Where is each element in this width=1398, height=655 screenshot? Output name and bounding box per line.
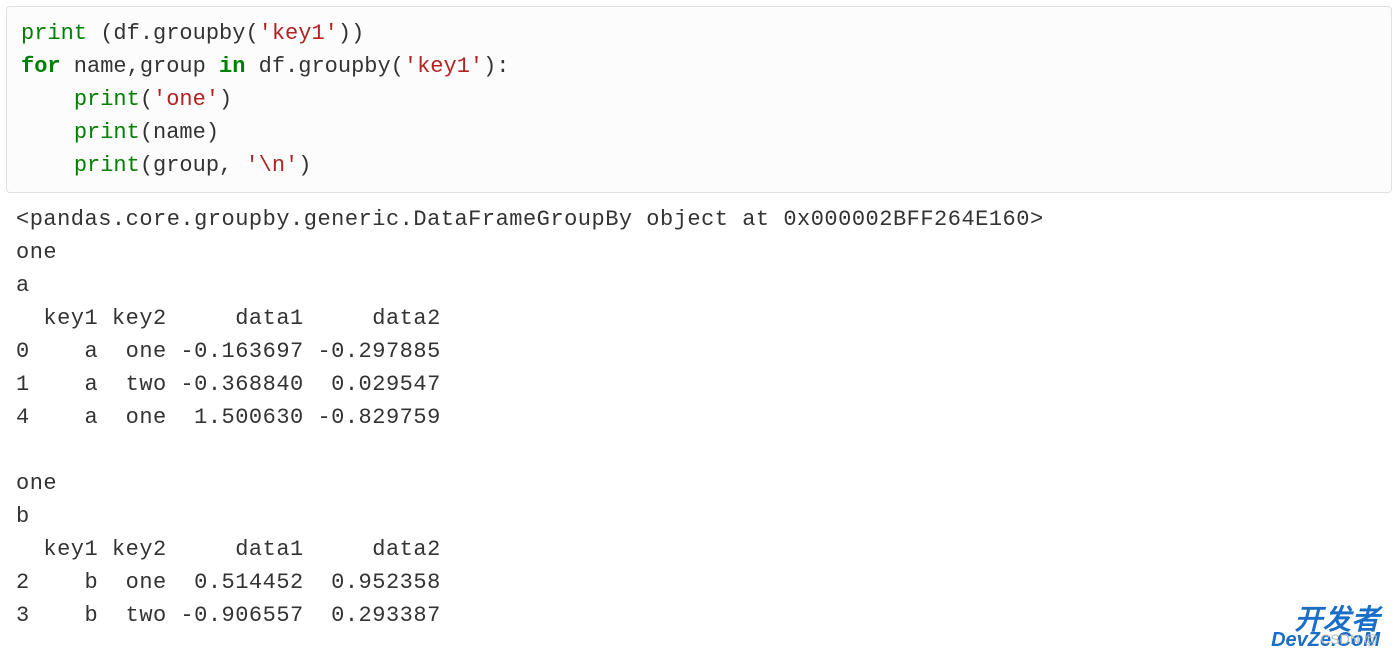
code-text: df.groupby( [245,54,403,79]
output-block: <pandas.core.groupby.generic.DataFrameGr… [0,203,1398,632]
keyword-print: print [21,21,87,46]
keyword-print: print [74,120,140,145]
code-line-3: print('one') [21,83,1377,116]
code-text: (group, [140,153,246,178]
code-line-5: print(group, '\n') [21,149,1377,182]
code-line-1: print (df.groupby('key1')) [21,17,1377,50]
keyword-print: print [74,153,140,178]
keyword-for: for [21,54,61,79]
string-literal: 'key1' [404,54,483,79]
keyword-print: print [74,87,140,112]
code-text: ( [140,87,153,112]
code-text: (df.groupby( [87,21,259,46]
string-literal: 'one' [153,87,219,112]
code-text: (name) [140,120,219,145]
keyword-in: in [219,54,245,79]
watermark-csdn: CSDN @ [1320,629,1378,650]
indent [21,153,74,178]
string-literal: '\n' [245,153,298,178]
code-line-2: for name,group in df.groupby('key1'): [21,50,1377,83]
indent [21,87,74,112]
code-block: print (df.groupby('key1')) for name,grou… [6,6,1392,193]
code-text: )) [338,21,364,46]
code-text: ): [483,54,509,79]
code-line-4: print(name) [21,116,1377,149]
code-text: name,group [61,54,219,79]
indent [21,120,74,145]
code-text: ) [298,153,311,178]
code-text: ) [219,87,232,112]
string-literal: 'key1' [259,21,338,46]
